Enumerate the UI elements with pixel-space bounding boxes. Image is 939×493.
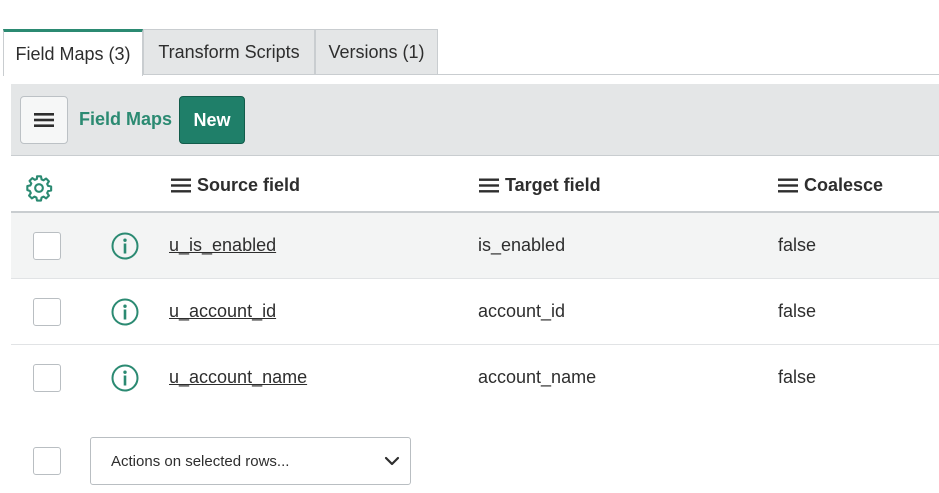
tab-transform-scripts[interactable]: Transform Scripts	[143, 29, 315, 75]
new-button[interactable]: New	[179, 96, 245, 144]
info-icon[interactable]	[111, 232, 139, 260]
chevron-down-icon	[384, 456, 400, 466]
column-label: Coalesce	[804, 175, 884, 195]
row-select-checkbox[interactable]	[33, 232, 61, 260]
tab-versions[interactable]: Versions (1)	[315, 29, 438, 75]
column-header-target-field[interactable]: Target field	[479, 175, 601, 196]
table-row: u_is_enabled is_enabled false	[11, 213, 939, 279]
list-title[interactable]: Field Maps	[79, 109, 172, 130]
column-menu-icon[interactable]	[479, 178, 499, 193]
related-list-tabs: Field Maps (3) Transform Scripts Version…	[3, 29, 438, 76]
source-field-link[interactable]: u_account_id	[169, 301, 276, 322]
column-menu-icon[interactable]	[171, 178, 191, 193]
table-row: u_account_name account_name false	[11, 345, 939, 411]
target-field-cell: is_enabled	[478, 235, 566, 255]
coalesce-cell: false	[778, 235, 817, 255]
source-field-link[interactable]: u_account_name	[169, 367, 307, 388]
target-field-cell: account_name	[478, 367, 597, 387]
column-header-coalesce[interactable]: Coalesce	[778, 175, 883, 196]
info-icon[interactable]	[111, 364, 139, 392]
list-context-menu-button[interactable]	[20, 96, 68, 144]
actions-select[interactable]: Actions on selected rows...	[90, 437, 411, 485]
tab-field-maps[interactable]: Field Maps (3)	[3, 29, 143, 76]
actions-select-label: Actions on selected rows...	[111, 453, 290, 470]
column-menu-icon[interactable]	[778, 178, 798, 193]
source-field-link[interactable]: u_is_enabled	[169, 235, 276, 256]
coalesce-cell: false	[778, 301, 817, 321]
list-toolbar: Field Maps New	[11, 84, 939, 156]
info-icon[interactable]	[111, 298, 139, 326]
gear-icon[interactable]	[25, 174, 53, 202]
column-label: Source field	[197, 175, 301, 195]
table-row: u_account_id account_id false	[11, 279, 939, 345]
row-select-checkbox[interactable]	[33, 364, 61, 392]
row-select-checkbox[interactable]	[33, 298, 61, 326]
column-label: Target field	[505, 175, 601, 195]
select-all-checkbox[interactable]	[33, 447, 61, 475]
hamburger-icon	[34, 113, 54, 127]
coalesce-cell: false	[778, 367, 817, 387]
column-header-source-field[interactable]: Source field	[171, 175, 300, 196]
table-header: Source field Target field Coalesce	[11, 157, 939, 213]
tab-divider	[3, 74, 939, 75]
target-field-cell: account_id	[478, 301, 566, 321]
